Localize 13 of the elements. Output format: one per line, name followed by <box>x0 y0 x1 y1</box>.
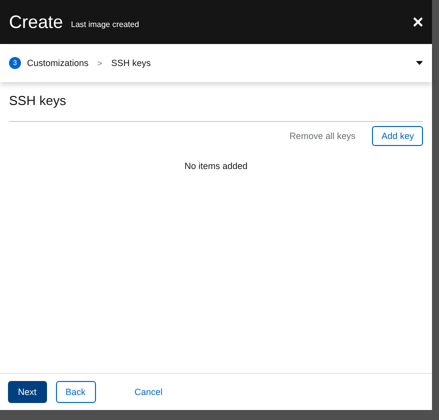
close-icon[interactable] <box>413 17 423 27</box>
link-button[interactable]: Remove all keys <box>280 126 364 146</box>
button[interactable]: Back <box>56 381 96 403</box>
breadcrumb-separator: > <box>96 58 104 68</box>
empty-message: No items added <box>183 161 249 171</box>
breadcrumb-item: SSH keys <box>111 58 151 68</box>
window-title: Create <box>9 12 64 32</box>
caret-icon[interactable] <box>416 61 423 65</box>
button[interactable]: Next <box>8 381 47 403</box>
section-title: SSH keys <box>9 93 423 122</box>
button[interactable]: Add key <box>372 126 423 146</box>
breadcrumb-item: Customizations <box>27 58 89 68</box>
link-button[interactable]: Cancel <box>124 381 173 403</box>
